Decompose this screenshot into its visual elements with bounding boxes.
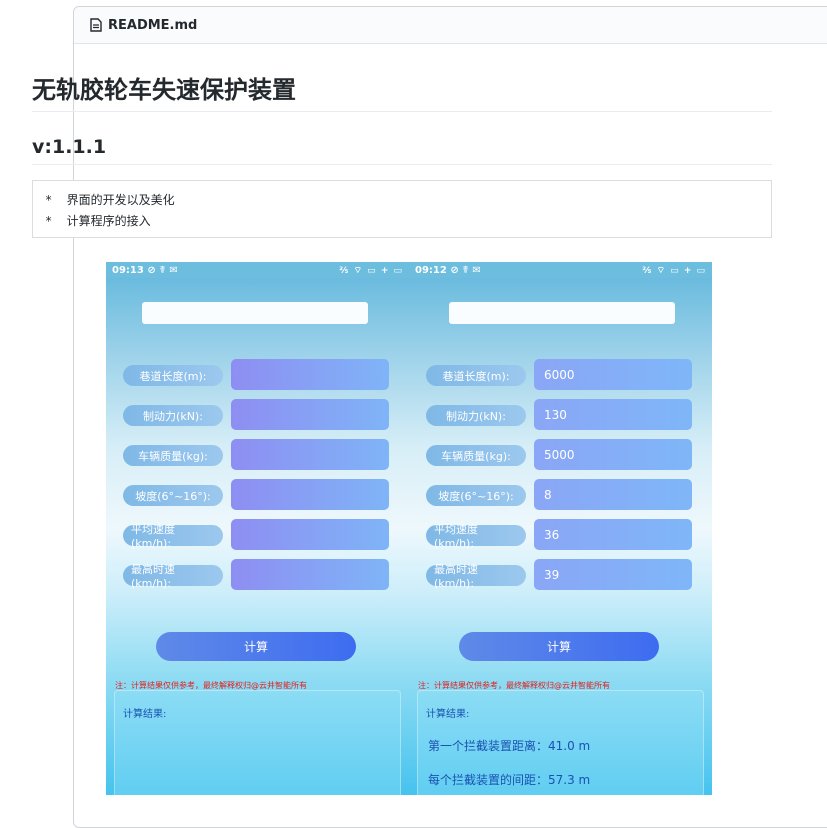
input-field[interactable]: 130 [534,399,692,430]
status-time: 09:12 ⊘ ☤ ✉ [415,264,481,276]
form-row: 坡度(6°~16°): 8 [426,479,696,511]
result-panel: 计算结果: 第一个拦截装置距离：41.0 m 每个拦截装置的间距：57.3 m [417,690,704,795]
input-field[interactable] [231,359,389,390]
field-label: 制动力(kN): [123,405,223,426]
field-label: 制动力(kN): [426,405,526,426]
file-icon [90,18,102,32]
field-label: 最高时速(km/h): [123,563,223,590]
input-field[interactable]: 5000 [534,439,692,470]
calculate-button[interactable]: 计算 [459,632,659,661]
status-bar: 09:13 ⊘ ☤ ✉ ⅖ ⌔ ▭ + ▭ [106,262,409,278]
input-field[interactable] [231,559,389,590]
status-icons: ⅖ ⌔ ▭ + ▭ [339,265,403,276]
file-header: README.md [74,7,827,44]
form-row: 最高时速(km/h): [123,559,393,591]
file-name[interactable]: README.md [108,18,197,33]
form-row: 最高时速(km/h): 39 [426,559,696,591]
input-field[interactable] [231,399,389,430]
input-field[interactable]: 6000 [534,359,692,390]
form-row: 平均速度(km/h): [123,519,393,551]
field-label: 车辆质量(kg): [123,445,223,466]
input-field[interactable] [231,439,389,470]
calculate-button[interactable]: 计算 [156,632,356,661]
code-line: * 界面的开发以及美化 [45,193,175,207]
form-row: 制动力(kN): 130 [426,399,696,431]
form-row: 车辆质量(kg): 5000 [426,439,696,471]
input-field[interactable] [231,479,389,510]
input-field[interactable]: 8 [534,479,692,510]
app-screenshot-filled: 09:12 ⊘ ☤ ✉ ⅖ ⌔ ▭ + ▭ 巷道长度(m): 6000 制动力(… [409,262,712,795]
input-field[interactable]: 36 [534,519,692,550]
form-row: 巷道长度(m): 6000 [426,359,696,391]
result-line: 每个拦截装置的间距：57.3 m [428,773,591,787]
code-line: * 计算程序的接入 [45,214,151,228]
field-label: 坡度(6°~16°): [123,485,223,506]
field-label: 车辆质量(kg): [426,445,526,466]
input-field[interactable]: 39 [534,559,692,590]
readme-title: 无轨胶轮车失速保护装置 [32,70,772,112]
field-label: 最高时速(km/h): [426,563,526,590]
readme-version: v:1.1.1 [32,136,772,165]
result-title: 计算结果: [123,709,167,720]
app-screenshot-empty: 09:13 ⊘ ☤ ✉ ⅖ ⌔ ▭ + ▭ 巷道长度(m): 制动力(kN): … [106,262,409,795]
form-row: 坡度(6°~16°): [123,479,393,511]
field-label: 平均速度(km/h): [123,523,223,550]
app-title-bar [449,302,675,324]
field-label: 平均速度(km/h): [426,523,526,550]
form-row: 车辆质量(kg): [123,439,393,471]
result-panel: 计算结果: [114,690,401,795]
form-row: 巷道长度(m): [123,359,393,391]
form-row: 制动力(kN): [123,399,393,431]
status-icons: ⅖ ⌔ ▭ + ▭ [642,265,706,276]
app-title-bar [142,302,368,324]
form-row: 平均速度(km/h): 36 [426,519,696,551]
input-field[interactable] [231,519,389,550]
result-line: 第一个拦截装置距离：41.0 m [428,739,591,753]
field-label: 巷道长度(m): [426,365,526,386]
status-time: 09:13 ⊘ ☤ ✉ [112,264,178,276]
result-title: 计算结果: [426,709,470,720]
field-label: 巷道长度(m): [123,365,223,386]
field-label: 坡度(6°~16°): [426,485,526,506]
code-block: * 界面的开发以及美化 * 计算程序的接入 [32,180,772,238]
status-bar: 09:12 ⊘ ☤ ✉ ⅖ ⌔ ▭ + ▭ [409,262,712,278]
